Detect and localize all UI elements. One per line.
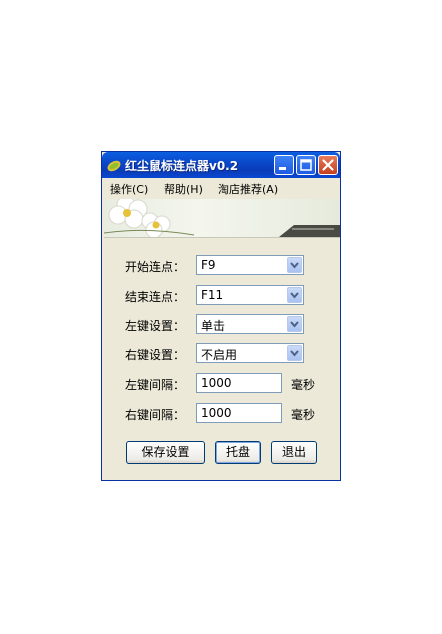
app-icon [107,160,121,172]
menu-help[interactable]: 帮助(H) [164,181,203,197]
save-settings-button[interactable]: 保存设置 [126,441,205,464]
start-click-select[interactable]: F9 [196,255,304,275]
chevron-down-icon[interactable] [287,287,302,303]
right-button-select[interactable]: 不启用 [196,343,304,363]
end-click-label: 结束连点： [125,290,186,304]
right-interval-value: 1000 [201,406,232,420]
left-interval-value: 1000 [201,376,232,390]
left-interval-unit: 毫秒 [291,378,316,392]
maximize-icon [300,159,312,171]
menu-bar: 操作(C) 帮助(H) 淘店推荐(A) [102,178,340,198]
close-icon [322,159,334,171]
title-bar[interactable]: 红尘鼠标连点器v0.2 [102,152,340,178]
left-button-value: 单击 [201,319,226,333]
left-button-label: 左键设置： [125,319,186,333]
right-interval-unit: 毫秒 [291,408,316,422]
tray-button[interactable]: 托盘 [215,441,261,464]
left-interval-input[interactable]: 1000 [196,373,282,393]
start-click-value: F9 [201,258,216,272]
app-window: 红尘鼠标连点器v0.2 操作(C) 帮助(H) 淘店推荐(A) 开始连点： F9… [101,151,341,481]
minimize-button[interactable] [274,155,294,175]
left-button-select[interactable]: 单击 [196,314,304,334]
end-click-select[interactable]: F11 [196,285,304,305]
start-click-label: 开始连点： [125,260,186,274]
right-button-value: 不启用 [201,348,238,362]
right-interval-input[interactable]: 1000 [196,403,282,423]
left-interval-label: 左键间隔： [125,378,186,392]
banner-image [104,199,340,238]
maximize-button[interactable] [296,155,316,175]
right-interval-label: 右键间隔： [125,408,186,422]
close-button[interactable] [318,155,338,175]
exit-button[interactable]: 退出 [271,441,317,464]
chevron-down-icon[interactable] [287,316,302,332]
chevron-down-icon[interactable] [287,257,302,273]
menu-operate[interactable]: 操作(C) [110,181,148,197]
right-button-label: 右键设置： [125,348,186,362]
flower-banner-icon [104,199,340,237]
window-title: 红尘鼠标连点器v0.2 [125,159,239,173]
menu-shop-recommend[interactable]: 淘店推荐(A) [218,181,278,197]
end-click-value: F11 [201,288,224,302]
minimize-icon [279,167,286,170]
chevron-down-icon[interactable] [287,345,302,361]
